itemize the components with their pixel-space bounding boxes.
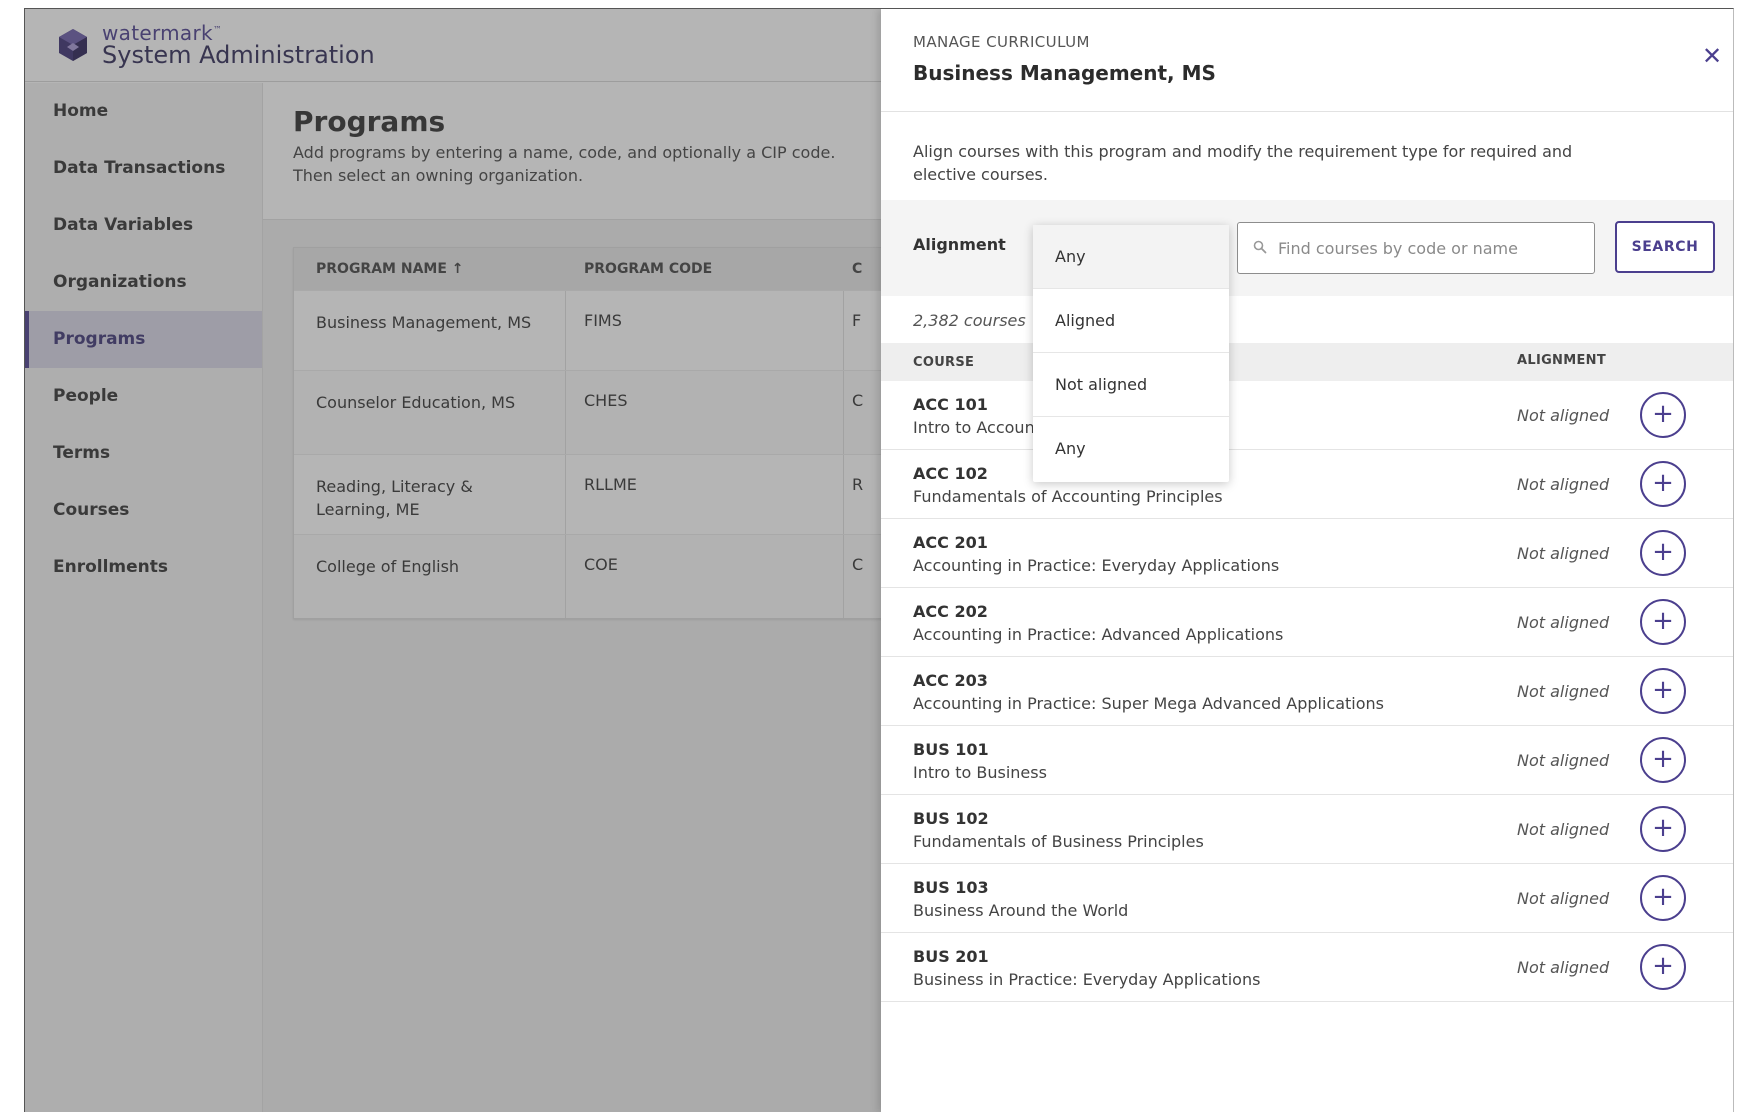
course-count: 2,382 courses (913, 311, 1026, 330)
course-name: Fundamentals of Business Principles (913, 832, 1204, 851)
add-course-button[interactable]: + (1640, 530, 1686, 576)
add-course-button[interactable]: + (1640, 461, 1686, 507)
search-field[interactable] (1237, 222, 1595, 274)
course-name: Accounting in Practice: Advanced Applica… (913, 625, 1284, 644)
add-course-button[interactable]: + (1640, 875, 1686, 921)
alignment-status: Not aligned (1517, 820, 1610, 839)
list-item: ACC 102 Fundamentals of Accounting Princi… (881, 450, 1733, 519)
course-code: BUS 102 (913, 809, 989, 828)
alignment-status: Not aligned (1517, 958, 1610, 977)
add-course-button[interactable]: + (1640, 599, 1686, 645)
column-header-alignment: ALIGNMENT (1517, 353, 1606, 368)
panel-description: Align courses with this program and modi… (913, 142, 1573, 184)
course-code: BUS 103 (913, 878, 989, 897)
list-item: BUS 201 Business in Practice: Everyday Ap… (881, 933, 1733, 1002)
course-code: ACC 202 (913, 602, 988, 621)
alignment-status: Not aligned (1517, 682, 1610, 701)
list-item: ACC 101 Intro to Accounting Not aligned + (881, 381, 1733, 450)
course-code: BUS 201 (913, 947, 989, 966)
alignment-dropdown-menu: Any Aligned Not aligned Any (1033, 225, 1229, 482)
alignment-status: Not aligned (1517, 406, 1610, 425)
course-list-header: COURSE ALIGNMENT (881, 343, 1733, 381)
course-code: ACC 203 (913, 671, 988, 690)
course-name: Accounting in Practice: Everyday Applica… (913, 556, 1280, 575)
course-name: Intro to Business (913, 763, 1047, 782)
course-code: BUS 101 (913, 740, 989, 759)
add-course-button[interactable]: + (1640, 392, 1686, 438)
course-name: Business Around the World (913, 901, 1129, 920)
filter-bar: Alignment SEARCH (881, 200, 1733, 296)
list-item: BUS 101 Intro to Business Not aligned + (881, 726, 1733, 795)
course-name: Accounting in Practice: Super Mega Advan… (913, 694, 1384, 713)
alignment-status: Not aligned (1517, 613, 1610, 632)
close-icon[interactable]: ✕ (1699, 43, 1725, 69)
dropdown-option-not-aligned[interactable]: Not aligned (1033, 353, 1229, 417)
course-code: ACC 101 (913, 395, 988, 414)
app-window: watermark™ System Administration Home Dat… (24, 8, 1734, 1112)
alignment-status: Not aligned (1517, 889, 1610, 908)
add-course-button[interactable]: + (1640, 944, 1686, 990)
list-item: ACC 202 Accounting in Practice: Advanced … (881, 588, 1733, 657)
dropdown-option-any[interactable]: Any (1033, 417, 1229, 481)
search-button[interactable]: SEARCH (1615, 221, 1715, 273)
alignment-status: Not aligned (1517, 751, 1610, 770)
panel-eyebrow: MANAGE CURRICULUM (913, 33, 1090, 51)
course-code: ACC 201 (913, 533, 988, 552)
alignment-label: Alignment (913, 235, 1006, 254)
add-course-button[interactable]: + (1640, 806, 1686, 852)
list-item: ACC 203 Accounting in Practice: Super Meg… (881, 657, 1733, 726)
course-code: ACC 102 (913, 464, 988, 483)
add-course-button[interactable]: + (1640, 668, 1686, 714)
alignment-status: Not aligned (1517, 544, 1610, 563)
dropdown-option-any[interactable]: Any (1033, 225, 1229, 289)
search-icon (1253, 240, 1267, 254)
list-item: BUS 102 Fundamentals of Business Principl… (881, 795, 1733, 864)
dropdown-option-aligned[interactable]: Aligned (1033, 289, 1229, 353)
panel-header: MANAGE CURRICULUM Business Management, M… (881, 9, 1733, 112)
alignment-status: Not aligned (1517, 475, 1610, 494)
manage-curriculum-panel: MANAGE CURRICULUM Business Management, M… (881, 9, 1733, 1112)
course-name: Business in Practice: Everyday Applicati… (913, 970, 1261, 989)
search-input[interactable] (1278, 223, 1588, 273)
course-list: ACC 101 Intro to Accounting Not aligned + AC… (881, 381, 1733, 1002)
list-item: BUS 103 Business Around the World Not alig… (881, 864, 1733, 933)
panel-title: Business Management, MS (913, 61, 1216, 85)
add-course-button[interactable]: + (1640, 737, 1686, 783)
course-name: Fundamentals of Accounting Principles (913, 487, 1223, 506)
column-header-course: COURSE (913, 355, 975, 370)
list-item: ACC 201 Accounting in Practice: Everyday … (881, 519, 1733, 588)
